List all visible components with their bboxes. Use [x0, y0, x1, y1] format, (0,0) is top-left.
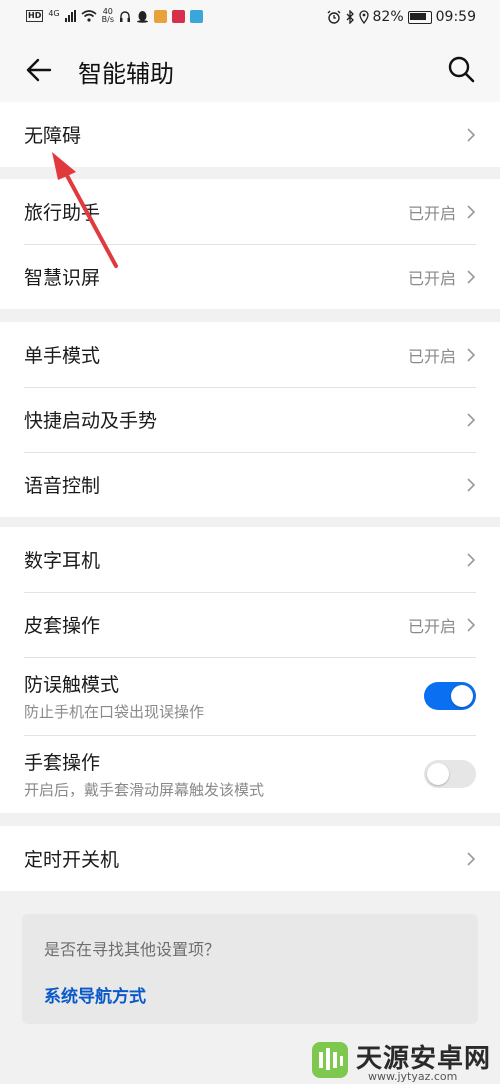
row-label: 皮套操作	[24, 615, 101, 637]
chevron-right-icon	[467, 127, 476, 142]
row-label: 防误触模式	[24, 674, 120, 696]
status-right: 82% 09:59	[327, 9, 476, 25]
row-quick-launch-gestures[interactable]: 快捷启动及手势	[0, 387, 500, 452]
settings-group-smart: 旅行助手 已开启 智慧识屏 已开启	[0, 179, 500, 309]
row-anti-mistouch-mode: 防误触模式 防止手机在口袋出现误操作	[0, 657, 500, 735]
clock: 09:59	[435, 9, 476, 25]
settings-group-controls: 单手模式 已开启 快捷启动及手势 语音控制	[0, 322, 500, 517]
search-icon[interactable]	[446, 54, 476, 84]
toggle-knob	[427, 763, 449, 785]
battery-percent: 82%	[372, 9, 404, 25]
watermark-url: www.jytyaz.com	[368, 1070, 458, 1083]
network-gen: 4G	[48, 8, 60, 18]
row-one-hand-mode[interactable]: 单手模式 已开启	[0, 322, 500, 387]
qq-icon	[137, 10, 148, 23]
net-speed: 40 B/s	[102, 8, 114, 24]
row-label: 数字耳机	[24, 550, 101, 572]
hint-question: 是否在寻找其他设置项？	[44, 940, 221, 959]
anti-mistouch-toggle[interactable]	[424, 682, 476, 710]
row-scheduled-power[interactable]: 定时开关机	[0, 826, 500, 891]
chevron-right-icon	[467, 617, 476, 632]
headset-icon	[120, 10, 130, 22]
other-settings-hint: 是否在寻找其他设置项？ 系统导航方式	[22, 914, 478, 1024]
row-label: 手套操作	[24, 752, 101, 774]
row-status: 已开启	[407, 346, 456, 366]
row-digital-earphone[interactable]: 数字耳机	[0, 527, 500, 592]
row-label: 定时开关机	[24, 849, 120, 871]
chevron-right-icon	[467, 347, 476, 362]
chevron-right-icon	[467, 552, 476, 567]
row-label: 快捷启动及手势	[24, 410, 158, 432]
glove-mode-toggle[interactable]	[424, 760, 476, 788]
row-status: 已开启	[407, 268, 456, 288]
page-title: 智能辅助	[78, 60, 174, 88]
game-app-icon	[154, 9, 167, 23]
battery-icon	[407, 10, 432, 24]
watermark: 天源安卓网 www.jytyaz.com	[310, 1038, 500, 1084]
row-label: 智慧识屏	[24, 267, 101, 289]
watermark-logo-icon	[312, 1042, 348, 1078]
settings-group-schedule: 定时开关机	[0, 826, 500, 891]
app-header: 智能辅助	[0, 36, 500, 102]
row-label: 语音控制	[24, 475, 101, 497]
chevron-right-icon	[467, 269, 476, 284]
status-bar: HD 4G 40 B/s 82% 09:59	[0, 0, 500, 36]
row-subtitle: 防止手机在口袋出现误操作	[24, 703, 205, 721]
app-notification-icon	[172, 9, 185, 23]
chevron-right-icon	[467, 851, 476, 866]
row-smart-screen-recognition[interactable]: 智慧识屏 已开启	[0, 244, 500, 309]
row-travel-assistant[interactable]: 旅行助手 已开启	[0, 179, 500, 244]
bluetooth-icon	[346, 10, 354, 24]
row-accessibility[interactable]: 无障碍	[0, 102, 500, 167]
row-subtitle: 开启后，戴手套滑动屏幕触发该模式	[24, 781, 265, 799]
net-speed-unit: B/s	[101, 15, 114, 24]
row-glove-mode: 手套操作 开启后，戴手套滑动屏幕触发该模式	[0, 735, 500, 813]
chevron-right-icon	[467, 477, 476, 492]
wifi-icon	[81, 10, 97, 22]
alarm-icon	[327, 10, 340, 24]
row-label: 旅行助手	[24, 202, 101, 224]
row-voice-control[interactable]: 语音控制	[0, 452, 500, 517]
row-text: 防误触模式 防止手机在口袋出现误操作	[24, 670, 424, 722]
row-label: 单手模式	[24, 345, 101, 367]
chevron-right-icon	[467, 204, 476, 219]
row-label: 无障碍	[24, 125, 82, 147]
toggle-knob	[451, 685, 473, 707]
status-left: HD 4G 40 B/s	[26, 8, 203, 24]
row-status: 已开启	[407, 203, 456, 223]
hd-badge: HD	[26, 10, 44, 22]
row-text: 手套操作 开启后，戴手套滑动屏幕触发该模式	[24, 748, 424, 800]
chevron-right-icon	[467, 412, 476, 427]
system-navigation-link[interactable]: 系统导航方式	[44, 982, 146, 1007]
mail-app-icon	[190, 9, 203, 23]
back-arrow-icon[interactable]	[24, 56, 52, 84]
row-cover-operation[interactable]: 皮套操作 已开启	[0, 592, 500, 657]
settings-group-hardware: 数字耳机 皮套操作 已开启 防误触模式 防止手机在口袋出现误操作 手套操作 开启…	[0, 527, 500, 813]
signal-icon	[64, 10, 76, 22]
settings-group-accessibility: 无障碍	[0, 102, 500, 167]
row-status: 已开启	[407, 616, 456, 636]
location-icon	[358, 10, 369, 24]
